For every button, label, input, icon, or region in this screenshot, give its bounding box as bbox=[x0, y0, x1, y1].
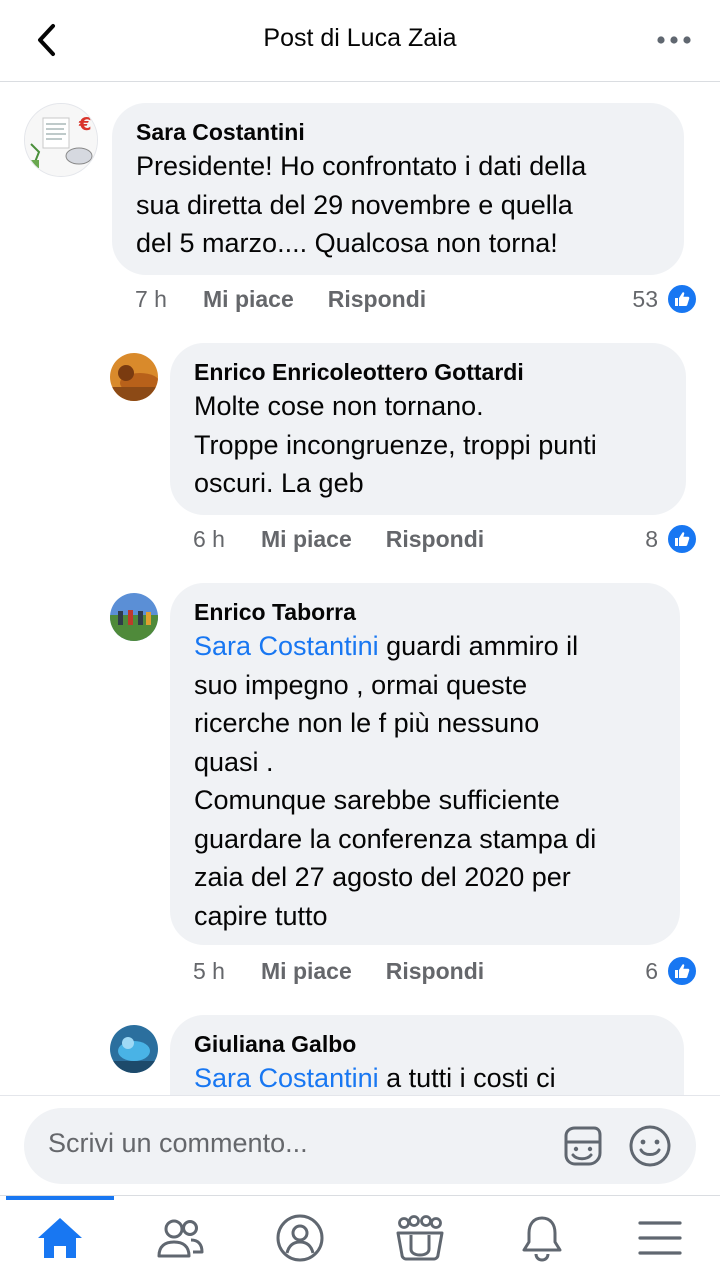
avatar[interactable] bbox=[110, 593, 158, 641]
comment-actions: 5 h Mi piace Rispondi bbox=[193, 954, 484, 988]
thumbs-up-icon bbox=[666, 523, 698, 555]
active-tab-indicator bbox=[6, 1196, 114, 1200]
comment-author[interactable]: Giuliana Galbo bbox=[194, 1029, 662, 1059]
home-icon bbox=[38, 1218, 82, 1258]
like-button[interactable]: Mi piace bbox=[261, 526, 352, 553]
comment-author[interactable]: Sara Costantini bbox=[136, 117, 662, 147]
comment: Enrico Taborra Sara Costantini guardi am… bbox=[0, 578, 720, 998]
comment-bubble[interactable]: Giuliana Galbo Sara Costantini a tutti i… bbox=[170, 1015, 684, 1095]
reaction-count[interactable]: 53 bbox=[632, 282, 698, 316]
emoji-icon bbox=[629, 1125, 671, 1167]
comment-author[interactable]: Enrico Enricoleottero Gottardi bbox=[194, 357, 664, 387]
avatar-image: € bbox=[25, 104, 97, 176]
thumbs-up-icon bbox=[666, 283, 698, 315]
comment-bubble[interactable]: Enrico Taborra Sara Costantini guardi am… bbox=[170, 583, 680, 945]
reply-button[interactable]: Rispondi bbox=[328, 286, 426, 313]
menu-icon bbox=[638, 1221, 682, 1255]
reaction-count[interactable]: 6 bbox=[645, 954, 698, 988]
mention-link[interactable]: Sara Costantini bbox=[194, 1063, 379, 1093]
comment: € Sara Costantini Presidente! Ho confron… bbox=[0, 83, 720, 323]
comment-text-body: guardi ammiro il suo impegno , ormai que… bbox=[194, 631, 597, 931]
comment: Giuliana Galbo Sara Costantini a tutti i… bbox=[0, 1010, 720, 1095]
emoji-button[interactable] bbox=[626, 1122, 674, 1170]
comment-time: 7 h bbox=[135, 285, 167, 312]
nav-notifications[interactable] bbox=[512, 1208, 572, 1268]
comment-text: Sara Costantini guardi ammiro il suo imp… bbox=[194, 627, 658, 935]
comment-actions: 6 h Mi piace Rispondi bbox=[193, 522, 484, 556]
top-bar: Post di Luca Zaia bbox=[0, 0, 720, 82]
comment-actions: 7 h Mi piace Rispondi bbox=[135, 282, 426, 316]
avatar-image bbox=[110, 593, 158, 641]
comment-text-body: a tutti i costi ci bbox=[378, 1063, 556, 1093]
groups-icon bbox=[396, 1215, 444, 1261]
bottom-navigation bbox=[0, 1195, 720, 1280]
nav-menu[interactable] bbox=[630, 1208, 690, 1268]
friends-icon bbox=[157, 1219, 204, 1258]
profile-icon bbox=[276, 1214, 324, 1262]
notifications-icon bbox=[522, 1216, 562, 1262]
svg-text:€: € bbox=[78, 114, 92, 135]
comment-time: 6 h bbox=[193, 525, 225, 552]
like-button[interactable]: Mi piace bbox=[203, 286, 294, 313]
nav-friends[interactable] bbox=[150, 1208, 210, 1268]
more-horizontal-icon bbox=[657, 36, 691, 44]
avatar[interactable] bbox=[110, 353, 158, 401]
reaction-count-value: 8 bbox=[645, 525, 658, 552]
sticker-icon bbox=[564, 1126, 602, 1166]
comment-bubble[interactable]: Enrico Enricoleottero Gottardi Molte cos… bbox=[170, 343, 686, 515]
sticker-button[interactable] bbox=[558, 1122, 606, 1170]
comment: Enrico Enricoleottero Gottardi Molte cos… bbox=[0, 338, 720, 568]
comment-text: Presidente! Ho confrontato i dati della … bbox=[136, 151, 587, 258]
thumbs-up-icon bbox=[666, 955, 698, 987]
reaction-count-value: 53 bbox=[632, 285, 658, 312]
avatar[interactable]: € bbox=[24, 103, 98, 177]
comment-input[interactable]: Scrivi un commento... bbox=[24, 1108, 696, 1184]
reaction-count[interactable]: 8 bbox=[645, 522, 698, 556]
nav-home[interactable] bbox=[30, 1208, 90, 1268]
comment-author[interactable]: Enrico Taborra bbox=[194, 597, 658, 627]
comment-composer: Scrivi un commento... bbox=[0, 1095, 720, 1195]
nav-groups[interactable] bbox=[390, 1208, 450, 1268]
comment-time: 5 h bbox=[193, 957, 225, 984]
nav-profile[interactable] bbox=[270, 1208, 330, 1268]
comments-list[interactable]: € Sara Costantini Presidente! Ho confron… bbox=[0, 83, 720, 1095]
comment-input-placeholder[interactable]: Scrivi un commento... bbox=[48, 1128, 308, 1159]
avatar-image bbox=[110, 353, 158, 401]
like-button[interactable]: Mi piace bbox=[261, 958, 352, 985]
reply-button[interactable]: Rispondi bbox=[386, 958, 484, 985]
comment-text: Molte cose non tornano. Troppe incongrue… bbox=[194, 391, 597, 498]
reply-button[interactable]: Rispondi bbox=[386, 526, 484, 553]
comment-bubble[interactable]: Sara Costantini Presidente! Ho confronta… bbox=[112, 103, 684, 275]
reaction-count-value: 6 bbox=[645, 957, 658, 984]
mention-link[interactable]: Sara Costantini bbox=[194, 631, 379, 661]
more-options-button[interactable] bbox=[652, 20, 696, 60]
page-title: Post di Luca Zaia bbox=[263, 24, 457, 52]
comment-text: Sara Costantini a tutti i costi ci bbox=[194, 1059, 662, 1095]
avatar-image bbox=[110, 1025, 158, 1073]
avatar[interactable] bbox=[110, 1025, 158, 1073]
